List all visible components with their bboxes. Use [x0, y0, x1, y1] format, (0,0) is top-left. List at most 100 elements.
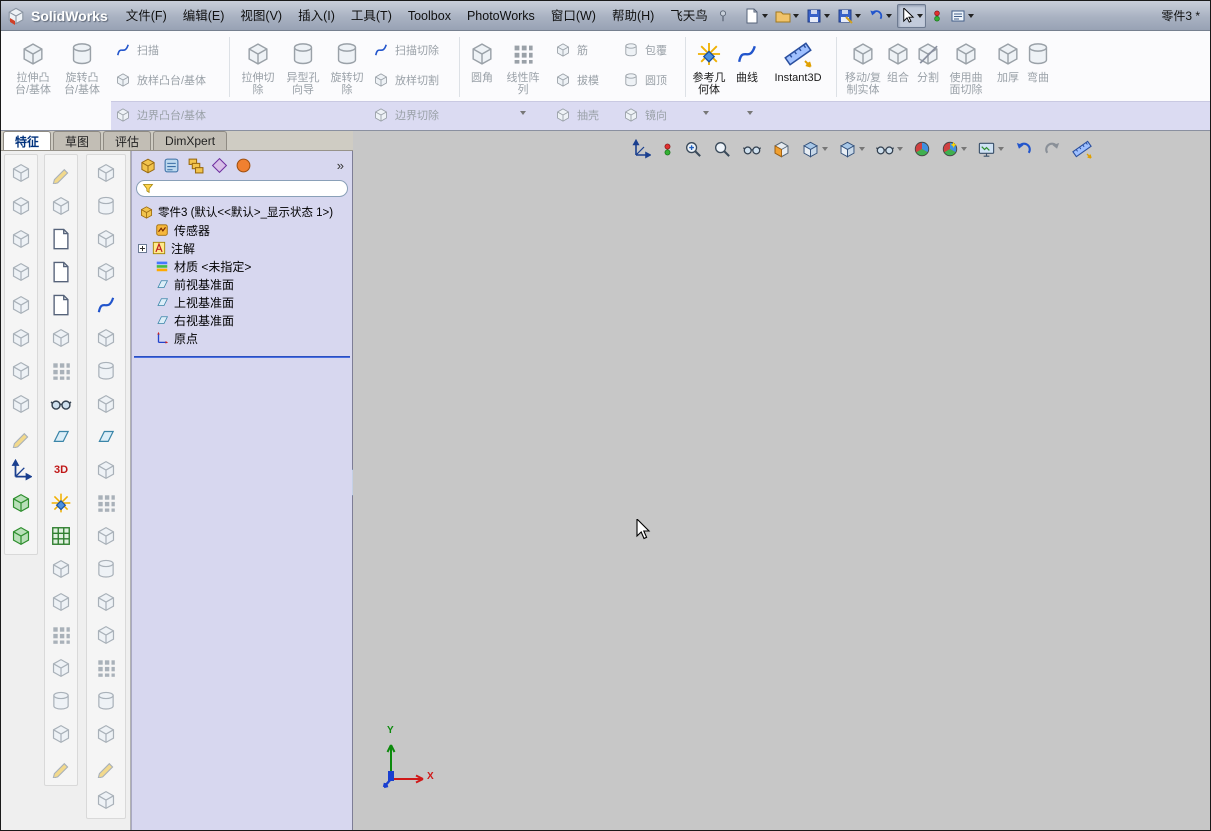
- previous-view-icon[interactable]: [742, 140, 762, 159]
- dimxpertmanager-tab-icon[interactable]: [210, 156, 229, 175]
- toolbar-icon-block-7[interactable]: [48, 754, 74, 780]
- toolbar-icon-front-view[interactable]: [8, 193, 34, 219]
- toolbar-icon-smart-dimension[interactable]: [48, 193, 74, 219]
- swept-boss-button[interactable]: 扫描: [113, 39, 159, 61]
- panel-overflow-chevron[interactable]: »: [337, 158, 346, 173]
- rib-button[interactable]: 筋: [553, 39, 588, 61]
- toolbar-icon-note[interactable]: [48, 226, 74, 252]
- view-settings-icon[interactable]: [977, 140, 1004, 159]
- toolbar-icon-normal-to[interactable]: [8, 457, 34, 483]
- linear-pattern-button[interactable]: 线性阵 列: [502, 39, 544, 96]
- menu-tools[interactable]: 工具(T): [343, 2, 400, 30]
- toolbar-icon-feature-7[interactable]: [93, 358, 119, 384]
- curves-dropdown-icon[interactable]: [747, 111, 753, 115]
- hole-wizard-button[interactable]: 异型孔 向导: [279, 39, 327, 96]
- open-button[interactable]: [773, 4, 801, 28]
- toolbar-icon-feature-6[interactable]: [93, 325, 119, 351]
- toolbar-icon-top-view[interactable]: [8, 325, 34, 351]
- revolved-cut-button[interactable]: 旋转切 除: [323, 39, 371, 96]
- flex-button[interactable]: 弯曲: [1023, 39, 1053, 84]
- tab-evaluate[interactable]: 评估: [103, 131, 152, 150]
- split-button[interactable]: 分割: [913, 39, 943, 84]
- toolbar-icon-datum-feature[interactable]: [48, 424, 74, 450]
- tree-row-right-plane[interactable]: 右视基准面: [132, 311, 352, 329]
- toolbar-icon-right-view[interactable]: [8, 292, 34, 318]
- extruded-cut-button[interactable]: 拉伸切 除: [234, 39, 282, 96]
- fillet-button[interactable]: 圆角: [463, 39, 501, 84]
- tab-features[interactable]: 特征: [3, 131, 52, 150]
- linear-pattern-dropdown-icon[interactable]: [520, 111, 526, 115]
- toolbar-icon-feature-15[interactable]: [93, 622, 119, 648]
- toolbar-icon-feature-4[interactable]: [93, 259, 119, 285]
- mirror-button[interactable]: 镜向: [621, 104, 667, 126]
- toolbar-icon-feature-5[interactable]: [93, 292, 119, 318]
- toolbar-icon-feature-1[interactable]: [93, 160, 119, 186]
- toolbar-icon-feature-11[interactable]: [93, 490, 119, 516]
- zoom-fit-icon[interactable]: [684, 140, 703, 159]
- tree-row-origin[interactable]: 原点: [132, 329, 352, 347]
- swept-cut-button[interactable]: 扫描切除: [371, 39, 439, 61]
- wrap-button[interactable]: 包覆: [621, 39, 667, 61]
- toolbar-icon-sketch-edit[interactable]: [8, 424, 34, 450]
- toolbar-icon-block-5[interactable]: [48, 688, 74, 714]
- menu-view[interactable]: 视图(V): [232, 2, 290, 30]
- menu-photoworks[interactable]: PhotoWorks: [459, 2, 543, 30]
- menu-file[interactable]: 文件(F): [118, 2, 175, 30]
- toolbar-icon-block-4[interactable]: [48, 655, 74, 681]
- toolbar-icon-feature-17[interactable]: [93, 688, 119, 714]
- select-button[interactable]: [896, 3, 926, 28]
- tree-row-top-plane[interactable]: 上视基准面: [132, 293, 352, 311]
- redo-view-icon[interactable]: [1043, 140, 1062, 159]
- rollback-bar[interactable]: [134, 356, 350, 358]
- axes-icon[interactable]: [631, 139, 651, 159]
- toolbar-icon-feature-16[interactable]: [93, 655, 119, 681]
- boundary-boss-button[interactable]: 边界凸台/基体: [113, 104, 206, 126]
- tree-root-row[interactable]: 零件3 (默认<<默认>_显示状态 1>): [132, 203, 352, 221]
- toolbar-icon-isometric-view[interactable]: [8, 391, 34, 417]
- apply-scene-icon[interactable]: [941, 140, 967, 158]
- tree-row-material[interactable]: 材质 <未指定>: [132, 257, 352, 275]
- toolbar-icon-surface-finish[interactable]: [48, 325, 74, 351]
- zoom-area-icon[interactable]: [713, 140, 732, 159]
- draft-button[interactable]: 拔模: [553, 69, 599, 91]
- cut-with-surface-button[interactable]: 使用曲 面切除: [943, 39, 989, 96]
- tab-sketch[interactable]: 草图: [53, 131, 102, 150]
- tree-row-front-plane[interactable]: 前视基准面: [132, 275, 352, 293]
- dome-button[interactable]: 圆顶: [621, 69, 667, 91]
- toolbar-icon-block-3[interactable]: [48, 622, 74, 648]
- toolbar-icon-table[interactable]: [48, 523, 74, 549]
- undo-button[interactable]: [866, 4, 894, 28]
- options-button[interactable]: [948, 4, 976, 28]
- toolbar-icon-geometric-tolerance[interactable]: [48, 391, 74, 417]
- toolbar-icon-block-1[interactable]: [48, 556, 74, 582]
- toolbar-icon-weld-symbol[interactable]: [48, 358, 74, 384]
- extruded-boss-button[interactable]: 拉伸凸 台/基体: [9, 39, 57, 96]
- toolbar-icon-feature-8[interactable]: [93, 391, 119, 417]
- toolbar-icon-bottom-view[interactable]: [8, 358, 34, 384]
- toolbar-icon-block-2[interactable]: [48, 589, 74, 615]
- combine-button[interactable]: 组合: [883, 39, 913, 84]
- tree-filter-input[interactable]: [158, 182, 342, 195]
- toolbar-icon-feature-13[interactable]: [93, 556, 119, 582]
- toolbar-icon-block-6[interactable]: [48, 721, 74, 747]
- save-button[interactable]: [804, 4, 832, 28]
- toolbar-icon-feature-3[interactable]: [93, 226, 119, 252]
- section-view-icon[interactable]: [772, 140, 791, 159]
- menu-help[interactable]: 帮助(H): [604, 2, 662, 30]
- toolbar-icon-feature-18[interactable]: [93, 721, 119, 747]
- reference-geometry-dropdown-icon[interactable]: [703, 111, 709, 115]
- menu-insert[interactable]: 插入(I): [290, 2, 343, 30]
- propertymanager-tab-icon[interactable]: [162, 156, 181, 175]
- toolbar-icon-standard-view[interactable]: [8, 160, 34, 186]
- thicken-button[interactable]: 加厚: [993, 39, 1023, 84]
- graphics-area[interactable]: Y X: [353, 131, 1210, 830]
- undo-view-icon[interactable]: [1014, 140, 1033, 159]
- revolved-boss-button[interactable]: 旋转凸 台/基体: [58, 39, 106, 96]
- toolbar-icon-feature-10[interactable]: [93, 457, 119, 483]
- toolbar-icon-annotation[interactable]: [48, 259, 74, 285]
- expand-plus-icon[interactable]: [138, 244, 147, 253]
- pin-icon[interactable]: [716, 9, 730, 23]
- menu-window[interactable]: 窗口(W): [543, 2, 604, 30]
- appearance-sphere-icon[interactable]: [913, 140, 931, 158]
- toolbar-icon-colored-sketch[interactable]: [48, 490, 74, 516]
